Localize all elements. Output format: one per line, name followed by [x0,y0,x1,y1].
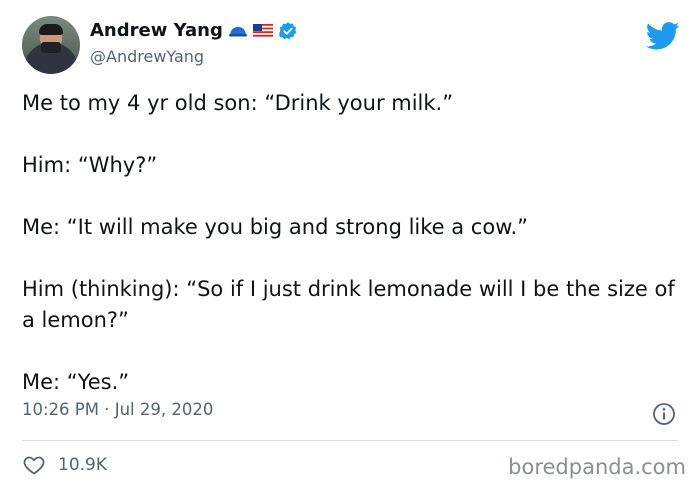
tweet-body: Me to my 4 yr old son: “Drink your milk.… [22,88,682,398]
avatar-mask [41,42,61,53]
author-avatar[interactable] [22,16,80,74]
us-flag-emoji-icon [252,24,273,37]
line-spacer [22,243,682,274]
tweet-timestamp[interactable]: 10:26 PM · Jul 29, 2020 [22,400,213,419]
author-handle[interactable]: @AndrewYang [90,47,204,66]
verified-badge-icon [279,21,297,39]
tweet-line: Me: “It will make you big and strong lik… [22,215,528,239]
heart-icon[interactable] [22,453,46,477]
line-spacer [22,119,682,150]
watermark: boredpanda.com [508,455,686,479]
line-spacer [22,336,682,367]
tweet-line: Me: “Yes.” [22,370,130,394]
twitter-bird-icon[interactable] [646,22,680,50]
like-count: 10.9K [58,455,107,475]
divider [22,440,678,441]
tweet-line: Me to my 4 yr old son: “Drink your milk.… [22,91,454,115]
info-icon[interactable] [652,402,676,426]
author-name[interactable]: Andrew Yang [90,20,223,41]
author-name-row: Andrew Yang [90,20,298,41]
line-spacer [22,181,682,212]
avatar-hair [39,24,63,35]
tweet-line: Him (thinking): “So if I just drink lemo… [22,277,675,332]
like-action[interactable]: 10.9K [22,453,107,477]
cap-emoji-icon [228,26,247,36]
tweet-header: Andrew Yang @AndrewYang [22,16,684,76]
tweet-line: Him: “Why?” [22,153,158,177]
